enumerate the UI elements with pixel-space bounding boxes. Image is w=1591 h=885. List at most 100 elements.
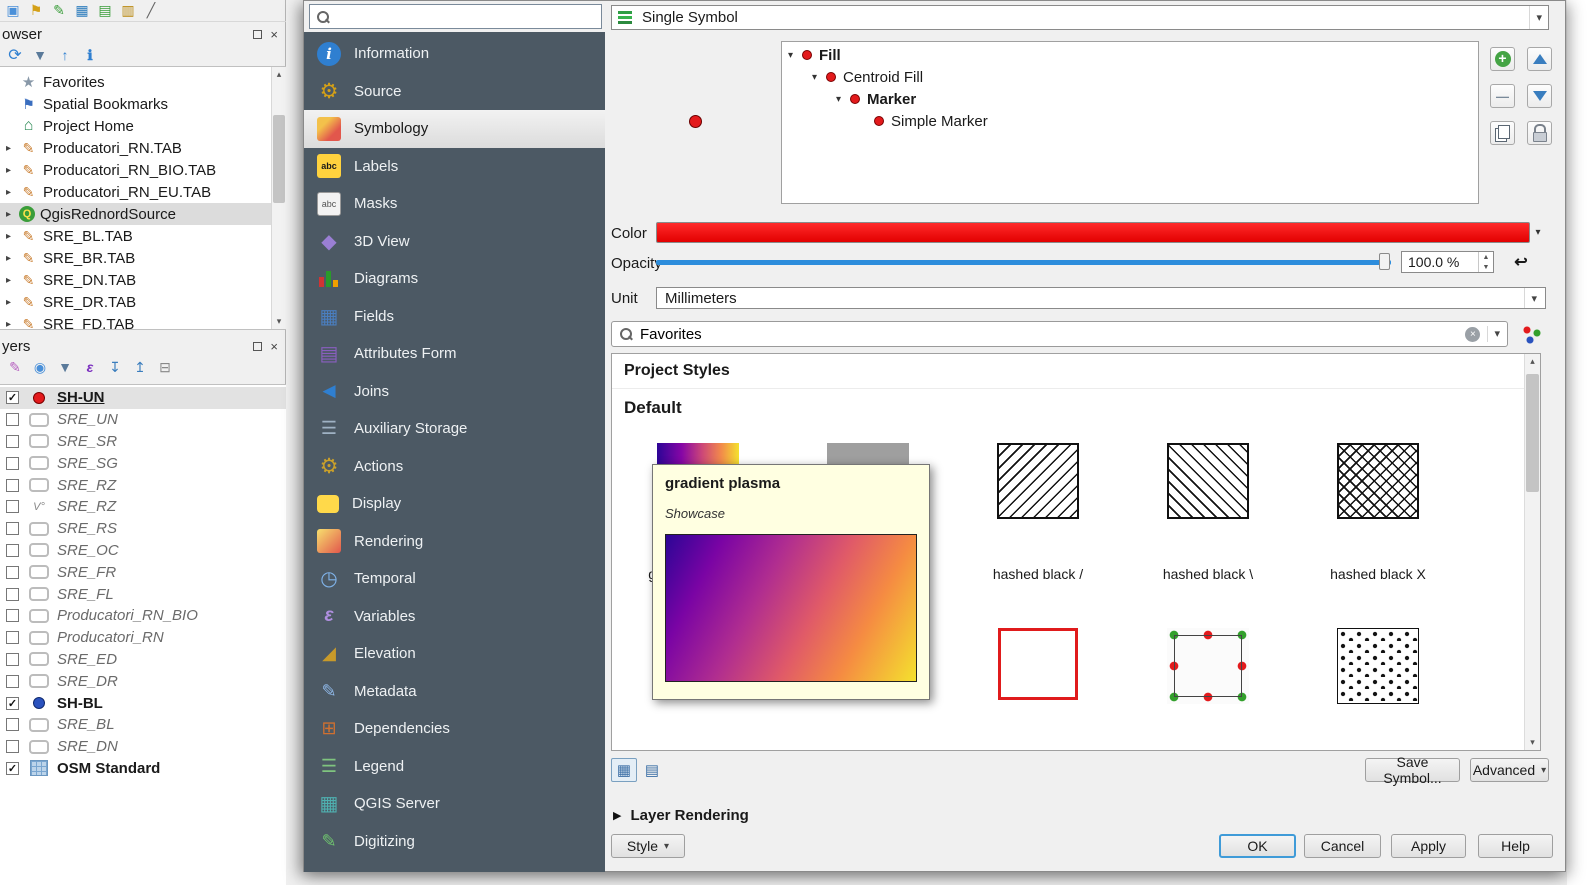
scroll-down-icon[interactable]: ▾ xyxy=(272,314,286,329)
chevron-down-icon[interactable]: ▾ xyxy=(1530,227,1546,238)
color-swatch[interactable] xyxy=(656,222,1530,243)
sidebar-item-information[interactable]: Information xyxy=(304,35,605,73)
symbol-tree-node[interactable]: Marker xyxy=(782,88,1478,110)
browser-scrollbar[interactable]: ▴ ▾ xyxy=(271,67,286,329)
expand-arrow-icon[interactable] xyxy=(6,275,19,286)
browser-item[interactable]: Producatori_RN.TAB xyxy=(0,137,286,159)
layer-row[interactable]: SRE_DN xyxy=(0,736,286,758)
help-button[interactable]: Help xyxy=(1478,834,1553,858)
layer-visibility-checkbox[interactable] xyxy=(6,609,19,622)
browser-item[interactable]: SRE_FD.TAB xyxy=(0,313,286,330)
float-panel-icon[interactable] xyxy=(253,30,262,39)
expand-arrow-icon[interactable] xyxy=(836,94,850,105)
manage-map-themes-icon[interactable]: ◉ xyxy=(31,358,49,376)
sidebar-item-elevation[interactable]: Elevation xyxy=(304,635,605,673)
style-item[interactable]: hashed black X xyxy=(1298,443,1458,582)
cancel-button[interactable]: Cancel xyxy=(1304,834,1381,858)
properties-icon[interactable]: ℹ xyxy=(81,46,99,64)
data-defined-override-button[interactable]: ↩ xyxy=(1510,251,1532,273)
sidebar-item-rendering[interactable]: Rendering xyxy=(304,523,605,561)
browser-item[interactable]: Producatori_RN_EU.TAB xyxy=(0,181,286,203)
expand-arrow-icon[interactable] xyxy=(6,319,19,330)
style-item[interactable] xyxy=(958,628,1118,747)
hashed-forward-thumb[interactable] xyxy=(997,443,1079,519)
filter-icon[interactable]: ▼ xyxy=(31,46,49,64)
layer-row[interactable]: Producatori_RN xyxy=(0,627,286,649)
spin-up-icon[interactable]: ▲ xyxy=(1479,252,1493,262)
sidebar-item-3d-view[interactable]: 3D View xyxy=(304,223,605,261)
renderer-combobox[interactable]: Single Symbol ▾ xyxy=(611,5,1549,30)
toolbar-icon[interactable]: ⚑ xyxy=(27,2,45,20)
marker-outline-thumb[interactable] xyxy=(1167,628,1249,704)
browser-item[interactable]: SRE_DN.TAB xyxy=(0,269,286,291)
toolbar-icon[interactable]: ╱ xyxy=(142,2,160,20)
scroll-up-icon[interactable]: ▴ xyxy=(272,67,286,82)
layer-visibility-checkbox[interactable] xyxy=(6,544,19,557)
expand-arrow-icon[interactable] xyxy=(812,72,826,83)
layer-row[interactable]: SRE_RZ xyxy=(0,496,286,518)
slider-track[interactable] xyxy=(656,260,1391,265)
layer-row[interactable]: SH-BL xyxy=(0,692,286,714)
layer-visibility-checkbox[interactable] xyxy=(6,500,19,513)
sidebar-item-diagrams[interactable]: Diagrams xyxy=(304,260,605,298)
hashed-cross-thumb[interactable] xyxy=(1337,443,1419,519)
layer-visibility-checkbox[interactable] xyxy=(6,675,19,688)
advanced-button[interactable]: Advanced ▾ xyxy=(1470,758,1549,782)
refresh-icon[interactable]: ⟳ xyxy=(6,46,24,64)
scrollbar-thumb[interactable] xyxy=(273,115,285,203)
remove-layer-icon[interactable]: ⊟ xyxy=(156,358,174,376)
sidebar-item-fields[interactable]: Fields xyxy=(304,298,605,336)
browser-item[interactable]: SRE_BR.TAB xyxy=(0,247,286,269)
ok-button[interactable]: OK xyxy=(1219,834,1296,858)
list-view-button[interactable]: ▤ xyxy=(639,758,665,782)
layer-visibility-checkbox[interactable] xyxy=(6,435,19,448)
symbol-tree-node[interactable]: Simple Marker xyxy=(782,110,1478,132)
style-item[interactable] xyxy=(1298,628,1458,751)
toolbar-icon[interactable]: ▤ xyxy=(96,2,114,20)
expand-arrow-icon[interactable] xyxy=(6,253,19,264)
move-down-button[interactable] xyxy=(1527,84,1552,108)
color-button[interactable]: ▾ xyxy=(656,222,1546,243)
layer-row[interactable]: OSM Standard xyxy=(0,758,286,780)
scroll-down-icon[interactable]: ▾ xyxy=(1525,735,1540,750)
style-item[interactable]: hashed black / xyxy=(958,443,1118,582)
layer-visibility-checkbox[interactable] xyxy=(6,718,19,731)
browser-item[interactable]: SRE_BL.TAB xyxy=(0,225,286,247)
layer-visibility-checkbox[interactable] xyxy=(6,697,19,710)
layer-row[interactable]: SRE_RZ xyxy=(0,474,286,496)
collapse-all-icon[interactable]: ↥ xyxy=(131,358,149,376)
properties-search-input[interactable] xyxy=(336,8,595,25)
scrollbar-thumb[interactable] xyxy=(1526,374,1539,492)
chevron-down-icon[interactable]: ▾ xyxy=(1487,326,1500,343)
toolbar-icon[interactable]: ▣ xyxy=(4,2,22,20)
layer-row[interactable]: SRE_ED xyxy=(0,649,286,671)
expand-arrow-icon[interactable] xyxy=(6,187,19,198)
slider-handle[interactable] xyxy=(1379,253,1390,270)
layer-visibility-checkbox[interactable] xyxy=(6,413,19,426)
expand-all-icon[interactable]: ↧ xyxy=(106,358,124,376)
browser-item[interactable]: Project Home xyxy=(0,115,286,137)
layer-visibility-checkbox[interactable] xyxy=(6,479,19,492)
sidebar-item-variables[interactable]: Variables xyxy=(304,598,605,636)
red-outline-thumb[interactable] xyxy=(998,628,1078,700)
layer-row[interactable]: SH-UN xyxy=(0,387,286,409)
browser-item[interactable]: SRE_DR.TAB xyxy=(0,291,286,313)
browser-item[interactable]: Favorites xyxy=(0,71,286,93)
layer-row[interactable]: SRE_FR xyxy=(0,561,286,583)
lock-color-button[interactable] xyxy=(1527,121,1552,145)
layer-row[interactable]: SRE_BL xyxy=(0,714,286,736)
sidebar-item-labels[interactable]: Labels xyxy=(304,148,605,186)
apply-button[interactable]: Apply xyxy=(1391,834,1466,858)
styles-scrollbar[interactable]: ▴ ▾ xyxy=(1524,354,1540,750)
expand-arrow-icon[interactable] xyxy=(6,143,19,154)
layer-visibility-checkbox[interactable] xyxy=(6,391,19,404)
collapsed-arrow-icon[interactable]: ▶ xyxy=(613,809,621,822)
style-item[interactable] xyxy=(1128,628,1288,751)
browser-item[interactable]: Spatial Bookmarks xyxy=(0,93,286,115)
toolbar-icon[interactable]: ▦ xyxy=(73,2,91,20)
style-search-box[interactable]: × ▾ xyxy=(611,321,1508,347)
symbol-tree-node[interactable]: Centroid Fill xyxy=(782,66,1478,88)
filter-legend-icon[interactable]: ▼ xyxy=(56,358,74,376)
expand-arrow-icon[interactable] xyxy=(6,165,19,176)
close-panel-icon[interactable]: × xyxy=(270,340,278,353)
